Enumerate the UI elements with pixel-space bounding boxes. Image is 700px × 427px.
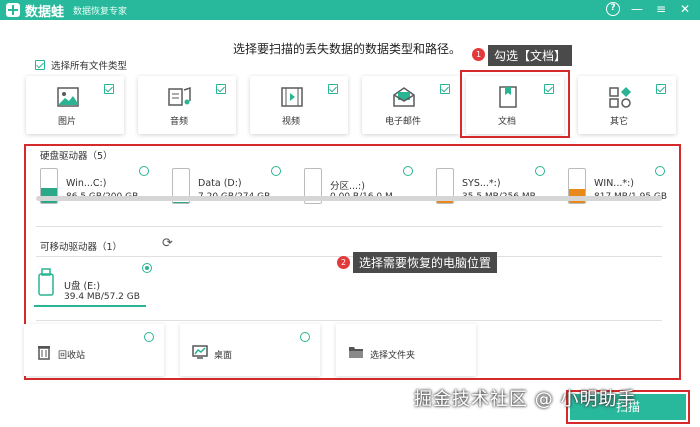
desktop-icon (192, 345, 208, 359)
divider (36, 256, 662, 257)
drives-scrollbar[interactable] (36, 196, 662, 201)
drive-name: Win...C:) (66, 178, 107, 189)
audio-checkbox[interactable] (216, 84, 226, 94)
title-bar: 数据蛙 数据恢复专家 ? — ≡ ✕ (0, 0, 700, 20)
type-card-audio[interactable]: 音频 (138, 76, 236, 134)
app-logo-icon (6, 3, 20, 17)
desktop-radio[interactable] (300, 332, 310, 342)
type-label-audio: 音频 (169, 117, 188, 127)
type-card-email[interactable]: 电子邮件 (362, 76, 460, 134)
app-subtitle: 数据恢复专家 (73, 6, 128, 17)
usb-drive-name[interactable]: U盘 (E:) (64, 278, 100, 292)
video-checkbox[interactable] (328, 84, 338, 94)
tip-2: 选择需要恢复的电脑位置 (353, 252, 498, 273)
close-icon[interactable]: ✕ (678, 2, 692, 16)
step-badge-1: 1 (472, 48, 485, 61)
image-icon (57, 87, 79, 107)
location-recycle-bin[interactable]: 回收站 (24, 324, 164, 376)
drive-d-radio[interactable] (271, 166, 281, 176)
watermark: 掘金技术社区 @ 小明助手 (414, 389, 637, 410)
type-label-image: 图片 (57, 117, 76, 127)
email-checkbox[interactable] (440, 84, 450, 94)
recycle-bin-radio[interactable] (144, 332, 154, 342)
video-icon (281, 87, 303, 107)
drive-sys-radio[interactable] (535, 166, 545, 176)
removable-drives-title: 可移动驱动器（1） (40, 242, 123, 253)
usb-selected-underline (34, 305, 146, 307)
page-title: 选择要扫描的丢失数据的数据类型和路径。 (233, 42, 462, 56)
menu-icon[interactable]: ≡ (654, 2, 668, 16)
tip-1: 勾选【文档】 (488, 45, 573, 66)
drive-c[interactable]: Win...C:) 86.5 GB/200 GB (40, 168, 148, 212)
type-card-other[interactable]: 其它 (578, 76, 676, 134)
music-icon (168, 86, 191, 106)
divider (36, 226, 662, 227)
drive-sys[interactable]: SYS...*:) 35.5 MB/256 MB (436, 168, 544, 212)
drive-d[interactable]: Data (D:) 7.20 GB/274 GB (172, 168, 280, 212)
image-checkbox[interactable] (104, 84, 114, 94)
drive-partition[interactable]: 分区...:) 0.00 B/16.0 M (304, 168, 412, 212)
type-card-image[interactable]: 图片 (26, 76, 124, 134)
select-all-checkbox[interactable] (35, 60, 45, 70)
app-brand: 数据蛙 (25, 4, 65, 20)
highlight-document-type (460, 70, 570, 138)
location-select-folder[interactable]: 选择文件夹 (336, 324, 476, 376)
drive-name: 分区...:) (330, 181, 365, 192)
other-checkbox[interactable] (656, 84, 666, 94)
type-label-email: 电子邮件 (384, 117, 421, 127)
email-icon (393, 87, 415, 107)
location-label: 回收站 (58, 351, 86, 361)
drive-win-radio[interactable] (655, 166, 665, 176)
folder-icon (349, 347, 363, 358)
drive-name: Data (D:) (198, 178, 242, 189)
recycle-bin-icon (38, 346, 50, 360)
usb-drive-radio[interactable] (142, 263, 152, 273)
type-label-other: 其它 (609, 117, 628, 127)
minimize-icon[interactable]: — (630, 2, 644, 16)
type-card-video[interactable]: 视频 (250, 76, 348, 134)
select-all-label: 选择所有文件类型 (51, 61, 128, 72)
step-badge-2: 2 (337, 256, 350, 269)
type-label-video: 视频 (281, 117, 300, 127)
location-desktop[interactable]: 桌面 (180, 324, 320, 376)
divider (36, 320, 662, 321)
location-label: 桌面 (214, 351, 233, 361)
refresh-icon[interactable]: ⟳ (162, 236, 173, 251)
help-icon[interactable]: ? (606, 2, 620, 16)
drive-name: SYS...*:) (462, 178, 501, 189)
drive-name: WIN...*:) (594, 178, 635, 189)
drive-c-radio[interactable] (139, 166, 149, 176)
select-all-types[interactable]: 选择所有文件类型 (35, 58, 127, 72)
drive-partition-radio[interactable] (403, 166, 413, 176)
usb-drive-size: 39.4 MB/57.2 GB (64, 292, 140, 302)
usb-drive-icon (38, 268, 54, 296)
location-label: 选择文件夹 (370, 351, 416, 361)
other-icon (609, 87, 631, 108)
hard-drives-title: 硬盘驱动器（5） (40, 151, 113, 162)
